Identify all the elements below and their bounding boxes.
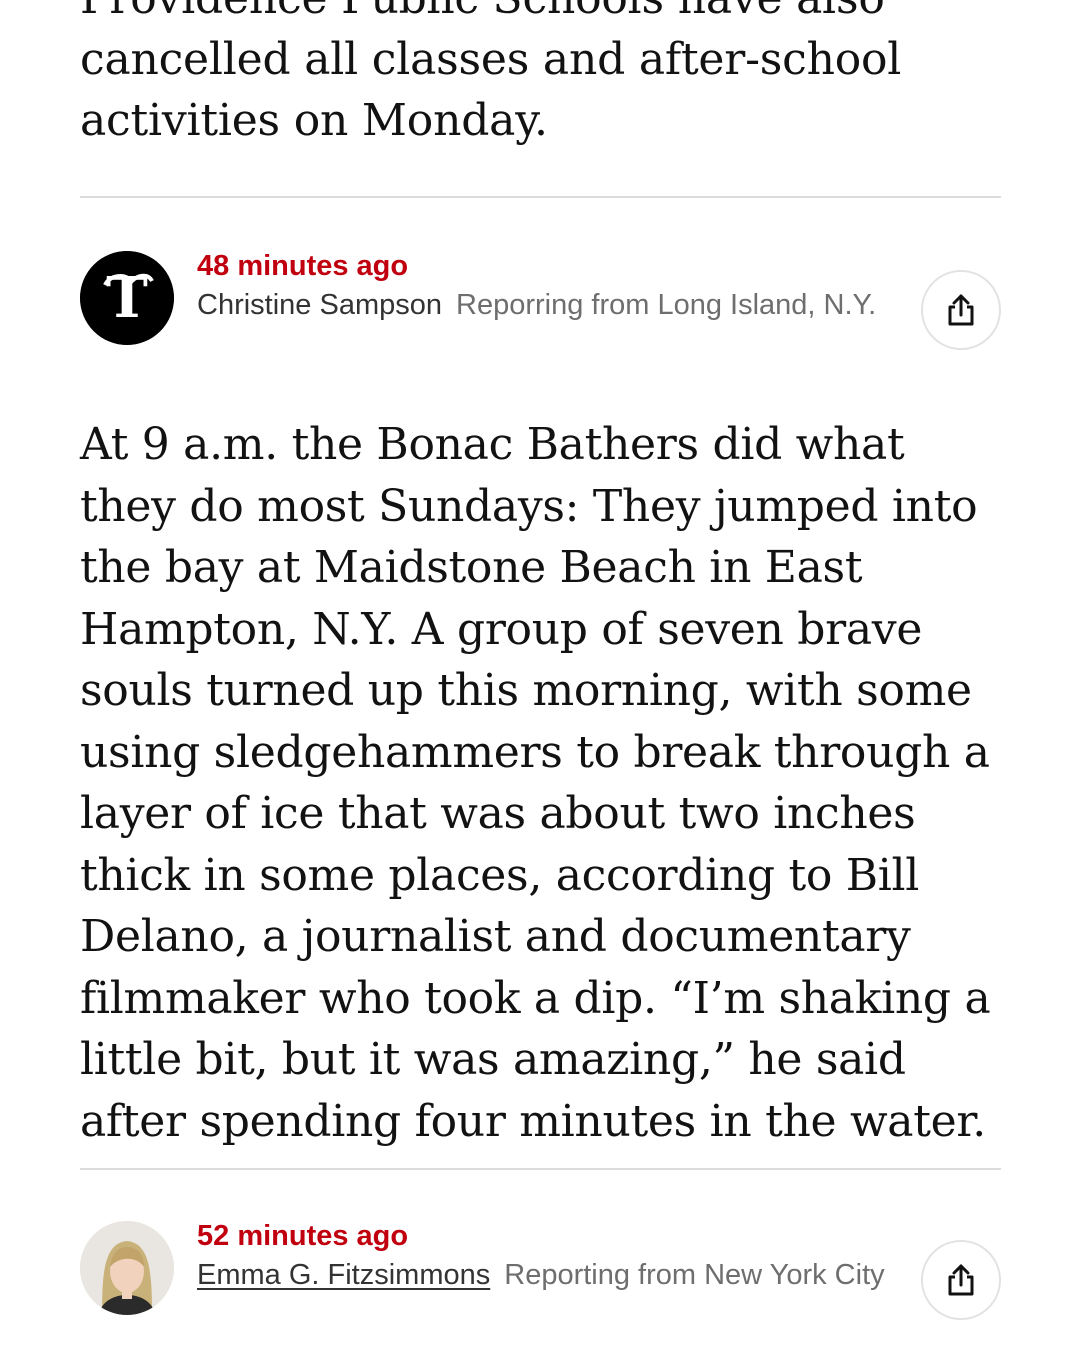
reporting-location: Reporting from New York City bbox=[504, 1259, 885, 1291]
share-icon bbox=[944, 1263, 978, 1297]
post-byline: Emma G. Fitzsimmons Reporting from New Yo… bbox=[197, 1254, 897, 1296]
post-byline: Christine Sampson Reporring from Long Isl… bbox=[197, 284, 897, 326]
previous-post-paragraph: Providence Public Schools have also canc… bbox=[80, 0, 902, 146]
post-divider bbox=[80, 1168, 1001, 1170]
post-timestamp: 48 minutes ago bbox=[197, 250, 409, 282]
author-name-link[interactable]: Emma G. Fitzsimmons bbox=[197, 1259, 490, 1291]
share-button[interactable] bbox=[921, 270, 1001, 350]
post-divider bbox=[80, 196, 1001, 198]
share-icon bbox=[944, 293, 978, 327]
nyt-logo-icon: T bbox=[80, 251, 174, 345]
author-name[interactable]: Christine Sampson bbox=[197, 289, 442, 321]
post-header: 52 minutes ago Emma G. Fitzsimmons Report… bbox=[80, 1218, 1001, 1328]
reporting-location: Reporring from Long Island, N.Y. bbox=[456, 289, 877, 321]
author-avatar bbox=[80, 1221, 174, 1315]
post-timestamp: 52 minutes ago bbox=[197, 1220, 409, 1252]
share-button[interactable] bbox=[921, 1240, 1001, 1320]
post-header: T 48 minutes ago Christine Sampson Reporr… bbox=[80, 248, 1001, 358]
post-body-text: At 9 a.m. the Bonac Bathers did what the… bbox=[80, 419, 991, 1147]
